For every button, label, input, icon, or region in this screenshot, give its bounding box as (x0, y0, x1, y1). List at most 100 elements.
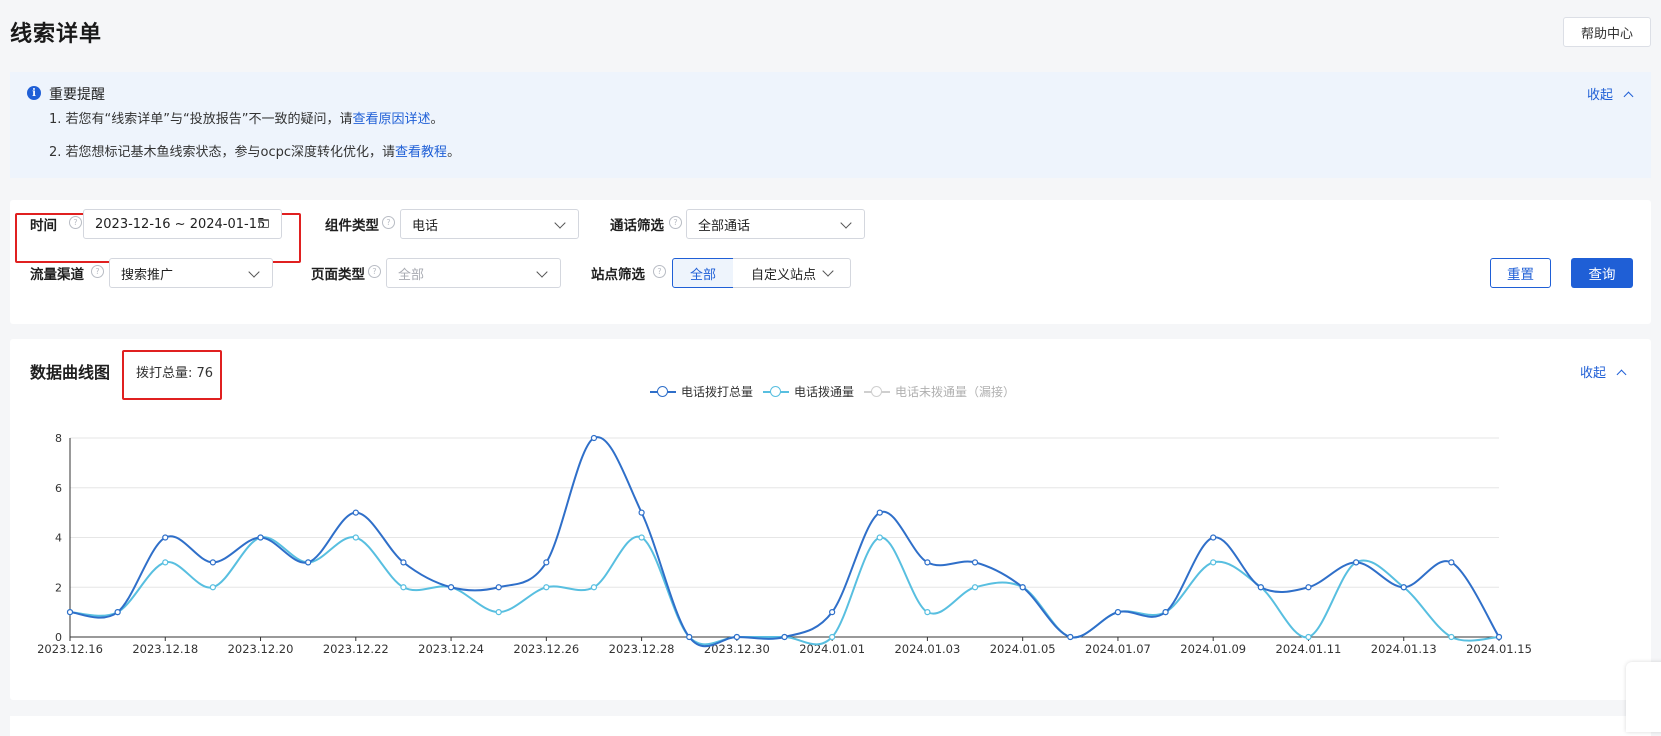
component-type-select[interactable]: 电话 (400, 209, 579, 239)
traffic-channel-label: 流量渠道 (30, 267, 84, 283)
data-point (543, 559, 550, 566)
help-question-icon[interactable]: ? (368, 265, 381, 278)
data-point (638, 509, 645, 516)
data-point (66, 609, 74, 616)
date-range-value: 2023-12-16 ~ 2024-01-15 (95, 216, 266, 232)
data-point (447, 584, 455, 591)
data-point (352, 534, 359, 541)
x-tick-label: 2023.12.16 (37, 642, 103, 656)
collapse-label: 收起 (1587, 88, 1614, 103)
page-type-select[interactable]: 全部 (386, 258, 561, 288)
page-title: 线索详单 (10, 22, 103, 47)
notice-line-1-end: 。 (430, 112, 444, 127)
x-tick-label: 2024.01.03 (894, 642, 960, 656)
data-point (162, 534, 169, 541)
data-point (829, 633, 836, 641)
x-tick-label: 2023.12.28 (609, 642, 675, 656)
chevron-down-icon (554, 217, 566, 229)
help-question-icon[interactable]: ? (69, 216, 82, 229)
x-tick-label: 2024.01.09 (1180, 642, 1246, 656)
component-type-label: 组件类型 (325, 218, 379, 234)
data-point (209, 584, 216, 591)
x-tick-label: 2024.01.15 (1466, 642, 1532, 656)
data-point (400, 559, 407, 566)
data-point (971, 559, 979, 566)
data-point (114, 609, 121, 616)
data-point (590, 434, 598, 442)
help-question-icon[interactable]: ? (382, 216, 395, 229)
y-tick-label: 2 (55, 581, 62, 594)
data-point (352, 509, 359, 516)
help-question-icon[interactable]: ? (669, 216, 682, 229)
data-point (686, 633, 693, 641)
chevron-down-icon (248, 266, 260, 278)
traffic-channel-select[interactable]: 搜索推广 (109, 258, 273, 288)
notice-line-2-end: 。 (447, 145, 461, 160)
data-point (1305, 633, 1312, 641)
component-type-value: 电话 (412, 218, 439, 234)
chevron-down-icon (840, 217, 852, 229)
data-point (924, 559, 931, 566)
data-point (1162, 609, 1169, 616)
notice-line-2-text: 2. 若您想标记基木鱼线索状态，参与ocpc深度转化优化，请 (49, 145, 396, 160)
data-point (305, 559, 312, 566)
calendar-icon (259, 219, 269, 228)
help-question-icon[interactable]: ? (91, 265, 104, 278)
data-point (590, 584, 598, 591)
site-custom-label: 自定义站点 (750, 267, 816, 283)
x-tick-label: 2024.01.13 (1371, 642, 1437, 656)
data-point (829, 609, 836, 616)
x-tick-label: 2023.12.20 (228, 642, 294, 656)
data-point (1305, 584, 1312, 591)
notice-line-1-text: 1. 若您有“线索详单”与“投放报告”不一致的疑问，请 (49, 112, 353, 127)
chart-panel: 数据曲线图 拨打总量: 76 收起 电话拨打总量 电话拨通量 电话未拨通量（漏接… (10, 339, 1651, 700)
data-point (781, 633, 788, 641)
data-point (400, 584, 407, 591)
x-tick-label: 2024.01.05 (990, 642, 1056, 656)
data-point (1352, 559, 1360, 566)
data-point (1067, 633, 1074, 641)
line-chart: 024682023.12.16 2023.12.18 2023.12.20 2023.… (37, 432, 1532, 656)
site-custom-option[interactable]: 自定义站点 (733, 258, 851, 288)
data-point (876, 509, 883, 516)
query-button[interactable]: 查询 (1571, 258, 1633, 288)
x-tick-label: 2024.01.11 (1276, 642, 1342, 656)
help-question-icon[interactable]: ? (653, 265, 666, 278)
y-tick-label: 4 (55, 532, 62, 545)
tutorial-link[interactable]: 查看教程 (395, 145, 447, 160)
data-point (876, 534, 883, 541)
x-tick-label: 2024.01.07 (1085, 642, 1151, 656)
data-point (495, 609, 502, 616)
notice-collapse-button[interactable]: 收起 (1587, 84, 1634, 103)
data-point (733, 633, 740, 641)
assistant-widget[interactable] (1626, 662, 1661, 732)
help-center-button[interactable]: 帮助中心 (1563, 17, 1651, 47)
reason-detail-link[interactable]: 查看原因详述 (352, 112, 430, 127)
traffic-channel-value: 搜索推广 (121, 267, 174, 283)
data-point (1400, 584, 1407, 591)
series-line-total (69, 436, 1500, 648)
data-point (495, 584, 502, 591)
site-all-option[interactable]: 全部 (672, 258, 734, 288)
data-point (1495, 633, 1503, 641)
chevron-down-icon (822, 265, 834, 277)
data-point (257, 534, 264, 541)
data-point (543, 584, 550, 591)
chevron-down-icon (536, 266, 548, 278)
call-filter-select[interactable]: 全部通话 (686, 209, 865, 239)
date-range-picker[interactable]: 2023-12-16 ~ 2024-01-15 (83, 209, 282, 239)
reset-button[interactable]: 重置 (1490, 258, 1551, 288)
x-tick-label: 2023.12.26 (513, 642, 579, 656)
data-point (971, 584, 979, 591)
data-point (1210, 534, 1217, 541)
filter-panel: 时间 ? 2023-12-16 ~ 2024-01-15 组件类型 ? 电话 通… (10, 200, 1651, 324)
call-filter-value: 全部通话 (698, 218, 751, 234)
data-point (1448, 633, 1455, 641)
info-icon: i (27, 86, 41, 100)
notice-line-2: 2. 若您想标记基木鱼线索状态，参与ocpc深度转化优化，请查看教程。 (49, 141, 460, 160)
x-tick-label: 2023.12.24 (418, 642, 484, 656)
x-tick-label: 2023.12.18 (132, 642, 198, 656)
notice-panel: i 重要提醒 收起 1. 若您有“线索详单”与“投放报告”不一致的疑问，请查看原… (10, 72, 1651, 178)
y-tick-label: 8 (55, 432, 62, 445)
next-panel (10, 716, 1651, 736)
